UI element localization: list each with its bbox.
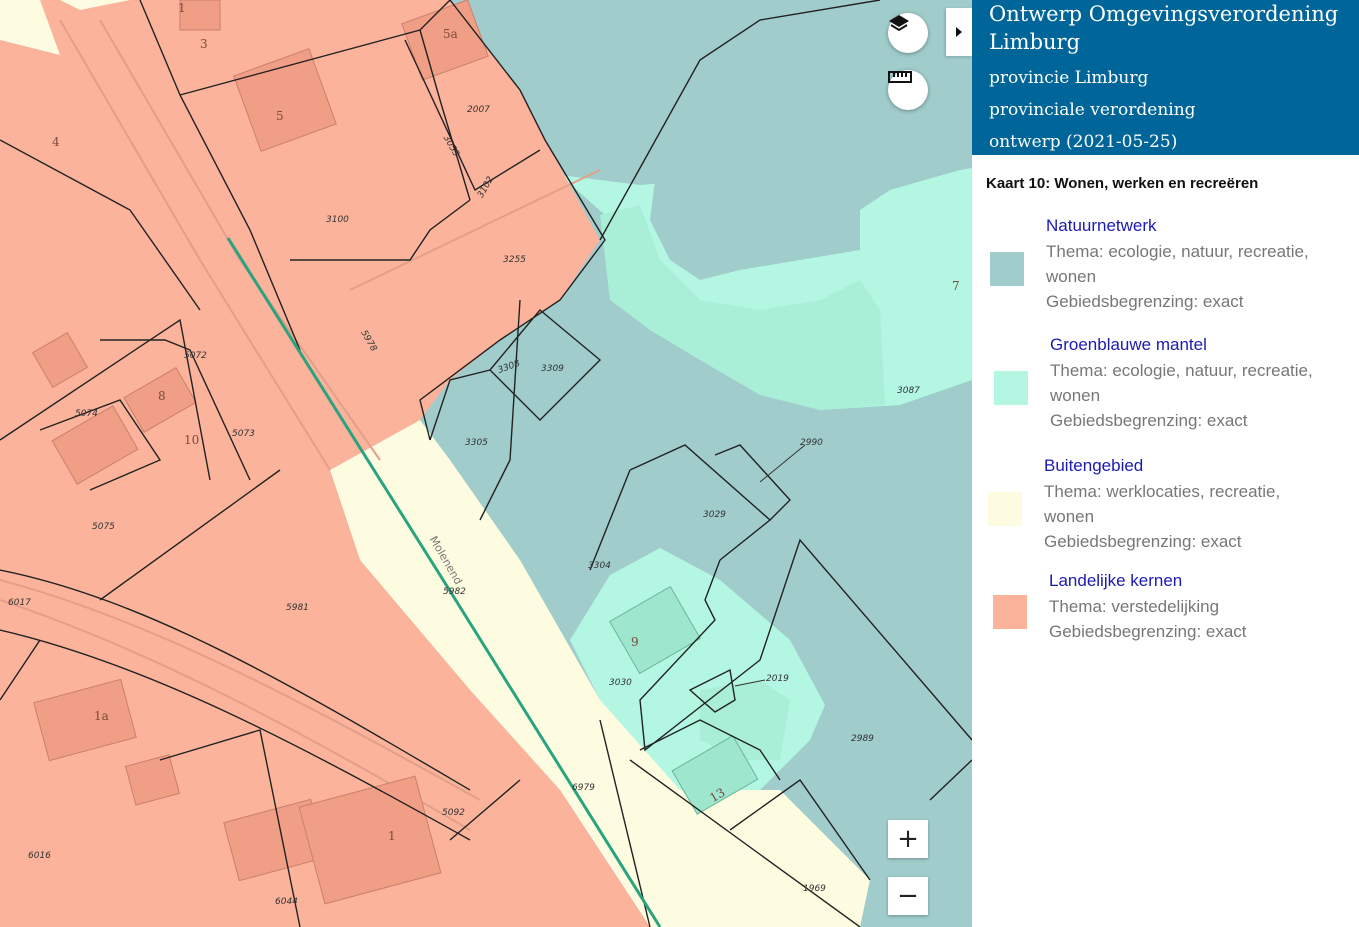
organisation: provincie Limburg <box>989 68 1149 88</box>
map-view[interactable]: 1 3 5a 2007 3053 3102 5 4 3100 3255 5978… <box>0 0 972 927</box>
layers-icon <box>889 15 909 32</box>
legend-swatch <box>990 252 1024 286</box>
legend-text: Gebiedsbegrenzing: exact <box>1044 532 1242 551</box>
legend-text: Thema: verstedelijking <box>1049 597 1220 616</box>
legend-text: Thema: ecologie, natuur, recreatie, <box>1050 361 1313 380</box>
legend-text: Thema: ecologie, natuur, recreatie, <box>1046 242 1309 261</box>
panel-title: Ontwerp Omgevingsverordening Limburg <box>989 2 1339 54</box>
legend-text: Thema: werklocaties, recreatie, <box>1044 482 1281 501</box>
document-type: provinciale verordening <box>989 100 1196 120</box>
legend-title: Buitengebied <box>1044 456 1144 475</box>
ruler-icon <box>888 71 912 83</box>
legend-text: Gebiedsbegrenzing: exact <box>1050 411 1248 430</box>
legend-swatch <box>994 371 1028 405</box>
legend-text: Gebiedsbegrenzing: exact <box>1049 622 1247 641</box>
legend-text: wonen <box>1046 267 1097 286</box>
caret-right-icon <box>956 27 962 37</box>
zoom-out-button[interactable]: − <box>888 877 928 915</box>
map-name: Kaart 10: Wonen, werken en recreëren <box>986 175 1259 192</box>
panel-header: Ontwerp Omgevingsverordening Limburg pro… <box>972 0 1359 155</box>
legend-text: wonen <box>1050 386 1101 405</box>
layers-button[interactable] <box>888 13 928 53</box>
info-panel: Ontwerp Omgevingsverordening Limburg pro… <box>972 0 1359 927</box>
legend-text: wonen <box>1044 507 1095 526</box>
panel-toggle-button[interactable] <box>946 8 972 56</box>
legend-title: Natuurnetwerk <box>1046 216 1157 235</box>
legend-title: Groenblauwe mantel <box>1050 335 1207 354</box>
measure-button[interactable] <box>888 70 928 110</box>
legend-swatch <box>988 492 1022 526</box>
document-status: ontwerp (2021-05-25) <box>989 132 1178 152</box>
legend-swatch <box>993 595 1027 629</box>
zoom-in-button[interactable]: + <box>888 820 928 858</box>
map-canvas[interactable] <box>0 0 972 927</box>
legend-title: Landelijke kernen <box>1049 571 1183 590</box>
legend-text: Gebiedsbegrenzing: exact <box>1046 292 1244 311</box>
